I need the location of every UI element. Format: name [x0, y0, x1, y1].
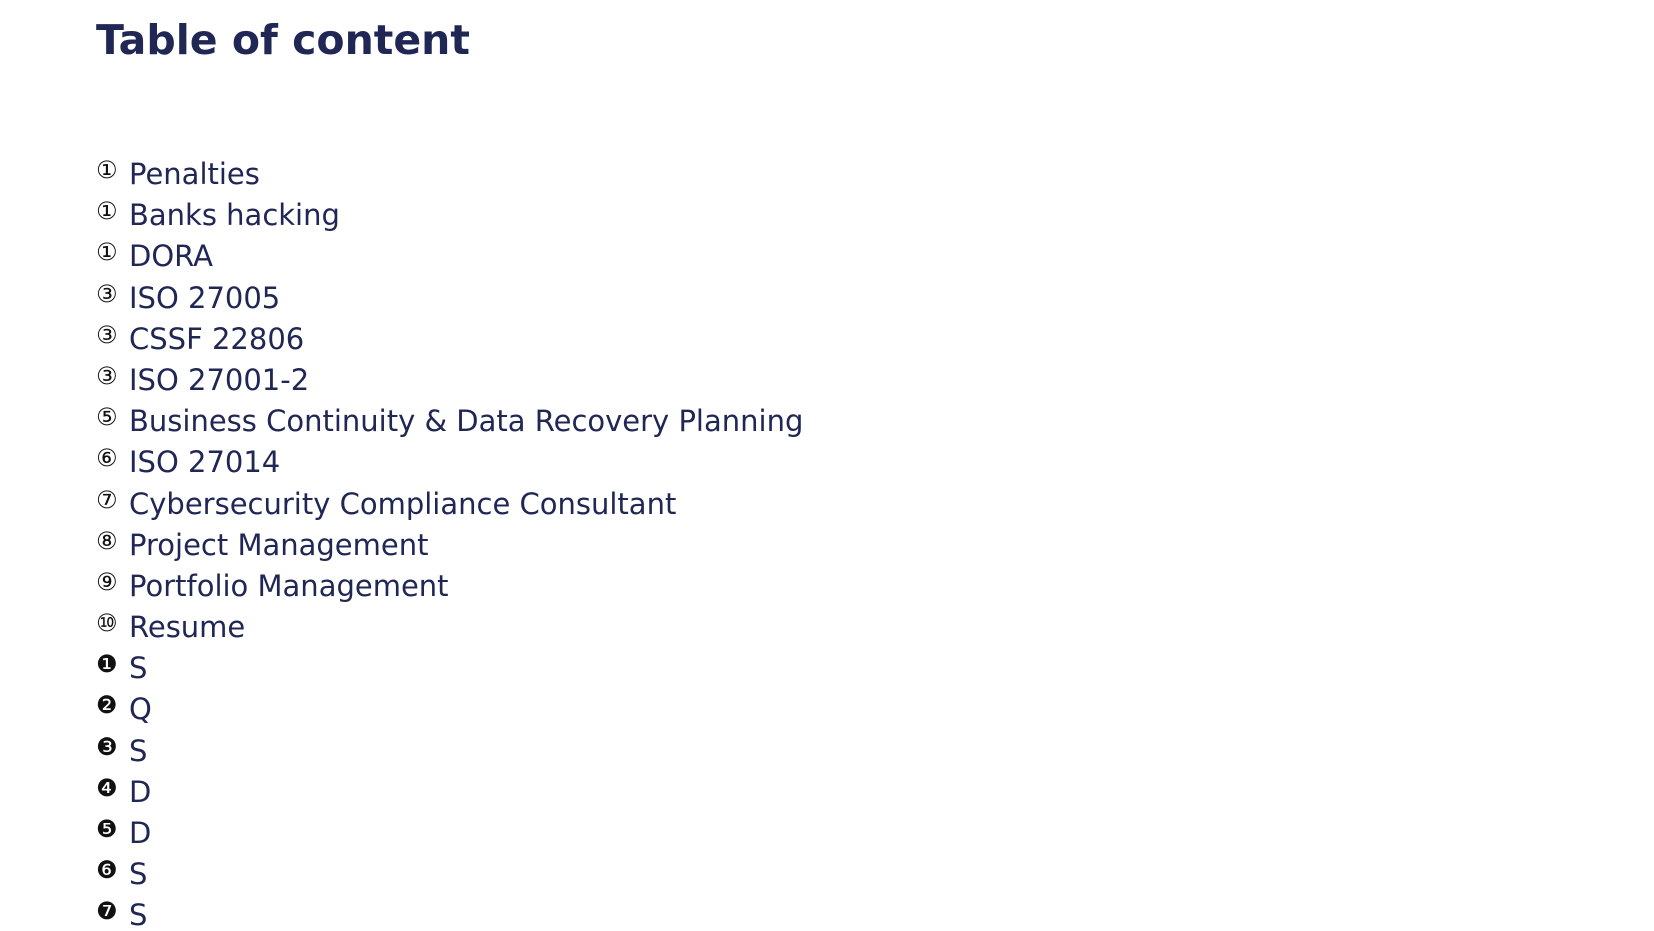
toc-item-label[interactable]: Project Management — [129, 526, 428, 564]
toc-item[interactable]: ⑦ Cybersecurity Compliance Consultant — [96, 487, 803, 528]
toc-item[interactable]: ❶S — [96, 651, 803, 692]
toc-item-label[interactable]: ISO 27005 — [129, 279, 280, 317]
toc-item-label[interactable]: D — [129, 773, 151, 811]
toc-item-label[interactable]: DORA — [129, 237, 213, 275]
toc-item-marker: ③ — [96, 361, 118, 390]
toc-item-label[interactable]: S — [129, 649, 147, 687]
toc-item-label[interactable]: ISO 27001-2 — [129, 361, 309, 399]
toc-item[interactable]: ⑩ Resume — [96, 610, 803, 651]
toc-item-marker: ⑤ — [96, 403, 118, 432]
toc-item[interactable]: ③ ISO 27001-2 — [96, 363, 803, 404]
toc-item[interactable]: ❷Q — [96, 692, 803, 733]
table-of-contents: ① Penalties ① Banks hacking ① DORA ③ ISO 270… — [96, 157, 803, 931]
document-page: Table of content ① Penalties ① Banks hacki… — [0, 0, 1654, 931]
toc-item-marker: ❺ — [96, 815, 118, 843]
toc-item-label[interactable]: Banks hacking — [129, 196, 340, 234]
toc-item[interactable]: ⑧ Project Management — [96, 528, 803, 569]
toc-item-marker: ⑨ — [96, 567, 118, 596]
toc-item-label[interactable]: Penalties — [129, 155, 260, 193]
toc-item[interactable]: ❹D — [96, 775, 803, 816]
toc-item-marker: ① — [96, 197, 118, 226]
toc-item[interactable]: ① DORA — [96, 239, 803, 280]
toc-item[interactable]: ③ ISO 27005 — [96, 281, 803, 322]
toc-item-marker: ❹ — [96, 773, 118, 802]
toc-item[interactable]: ❸S — [96, 734, 803, 775]
toc-item-marker: ⑥ — [96, 444, 118, 473]
toc-item[interactable]: ❻S — [96, 857, 803, 898]
toc-item-label[interactable]: D — [129, 814, 151, 852]
toc-item-marker: ⑩ — [96, 609, 118, 638]
toc-item-label[interactable]: S — [129, 855, 147, 893]
toc-item[interactable]: ③ CSSF 22806 — [96, 322, 803, 363]
toc-item-label[interactable]: Resume — [129, 608, 245, 646]
toc-item[interactable]: ⑨ Portfolio Management — [96, 569, 803, 610]
toc-item[interactable]: ① Banks hacking — [96, 198, 803, 239]
toc-item-label[interactable]: S — [129, 732, 147, 770]
toc-item-label[interactable]: Portfolio Management — [129, 567, 449, 605]
toc-item-marker: ❻ — [96, 856, 118, 885]
toc-item-marker: ① — [96, 238, 118, 267]
toc-item-label[interactable]: CSSF 22806 — [129, 320, 304, 358]
toc-item-marker: ❸ — [96, 732, 118, 761]
toc-item-marker: ① — [96, 156, 118, 184]
page-title: Table of content — [96, 16, 470, 64]
toc-item-label[interactable]: ISO 27014 — [129, 443, 280, 481]
toc-item-label[interactable]: S — [129, 896, 147, 931]
toc-item-label[interactable]: Cybersecurity Compliance Consultant — [129, 485, 676, 523]
toc-item[interactable]: ⑥ ISO 27014 — [96, 445, 803, 486]
toc-item[interactable]: ① Penalties — [96, 157, 803, 198]
toc-item-marker: ❶ — [96, 650, 118, 679]
toc-item-label[interactable]: Q — [129, 690, 152, 728]
toc-item-marker: ❷ — [96, 691, 118, 720]
toc-item-label[interactable]: Business Continuity & Data Recovery Plan… — [129, 402, 803, 440]
toc-item-marker: ③ — [96, 279, 118, 308]
toc-item[interactable]: ⑤ Business Continuity & Data Recovery Pla… — [96, 404, 803, 445]
toc-item[interactable]: ❼S — [96, 898, 803, 931]
toc-item-marker: ⑦ — [96, 485, 118, 514]
toc-item-marker: ⑧ — [96, 526, 118, 555]
toc-item-marker: ③ — [96, 320, 118, 349]
toc-item[interactable]: ❺D — [96, 816, 803, 857]
toc-item-marker: ❼ — [96, 897, 118, 926]
